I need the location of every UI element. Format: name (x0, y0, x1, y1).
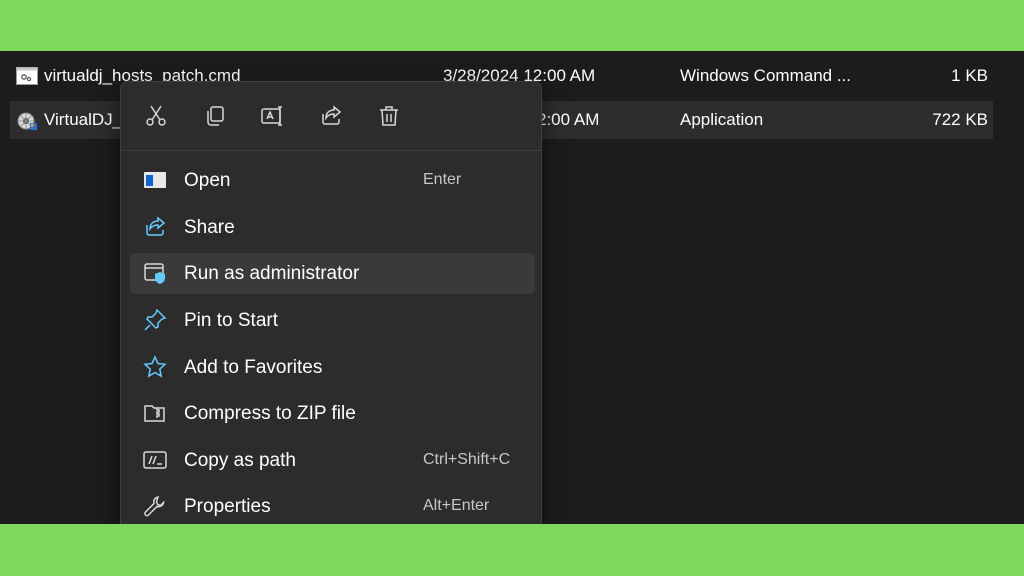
context-menu: Open Enter Share Run as administrator Pi… (120, 81, 542, 524)
open-window-icon (143, 168, 167, 192)
menu-item-label: Share (184, 217, 235, 238)
menu-item-pin-to-start[interactable]: Pin to Start (130, 300, 535, 341)
share-quick-button[interactable] (315, 102, 347, 134)
file-explorer-list: virtualdj_hosts_patch.cmd 3/28/2024 12:0… (0, 51, 1024, 524)
menu-item-label: Add to Favorites (184, 357, 323, 378)
file-type: Application (680, 110, 764, 129)
cut-icon (144, 104, 168, 133)
menu-item-compress-zip[interactable]: Compress to ZIP file (130, 393, 535, 434)
zip-folder-icon (143, 401, 167, 425)
wrench-icon (143, 494, 167, 518)
menu-item-add-to-favorites[interactable]: Add to Favorites (130, 347, 535, 388)
copy-icon (203, 104, 227, 133)
cmd-file-icon (16, 67, 38, 85)
shield-icon (143, 261, 167, 285)
share-icon (319, 104, 343, 133)
menu-item-label: Properties (184, 496, 271, 517)
menu-item-open[interactable]: Open Enter (130, 160, 535, 201)
file-size: 1 KB (951, 66, 988, 85)
file-name: VirtualDJ_ (44, 110, 123, 129)
menu-separator (121, 150, 541, 151)
star-icon (143, 355, 167, 379)
delete-button[interactable] (373, 102, 405, 134)
cut-button[interactable] (140, 102, 172, 134)
rename-button[interactable] (257, 102, 289, 134)
quick-action-bar (121, 82, 541, 150)
virtualdj-app-icon (16, 111, 38, 130)
copy-path-icon (143, 448, 167, 472)
menu-item-copy-as-path[interactable]: Copy as path Ctrl+Shift+C (130, 440, 535, 481)
menu-item-label: Copy as path (184, 450, 296, 471)
menu-item-shortcut: Alt+Enter (423, 497, 490, 514)
pin-icon (143, 308, 167, 332)
menu-item-label: Compress to ZIP file (184, 403, 356, 424)
file-type: Windows Command ... (680, 66, 851, 85)
rename-icon (260, 104, 286, 133)
menu-item-share[interactable]: Share (130, 207, 535, 248)
menu-item-label: Run as administrator (184, 263, 360, 284)
copy-button[interactable] (199, 102, 231, 134)
share-icon (143, 215, 167, 239)
menu-item-shortcut: Enter (423, 171, 462, 188)
file-size: 722 KB (932, 110, 988, 129)
menu-item-properties[interactable]: Properties Alt+Enter (130, 486, 535, 524)
menu-item-shortcut: Ctrl+Shift+C (423, 451, 511, 468)
delete-icon (377, 104, 401, 133)
menu-item-label: Pin to Start (184, 310, 278, 331)
menu-item-run-as-admin[interactable]: Run as administrator (130, 253, 535, 294)
menu-item-label: Open (184, 170, 231, 191)
file-date: 2:00 AM (537, 110, 600, 129)
